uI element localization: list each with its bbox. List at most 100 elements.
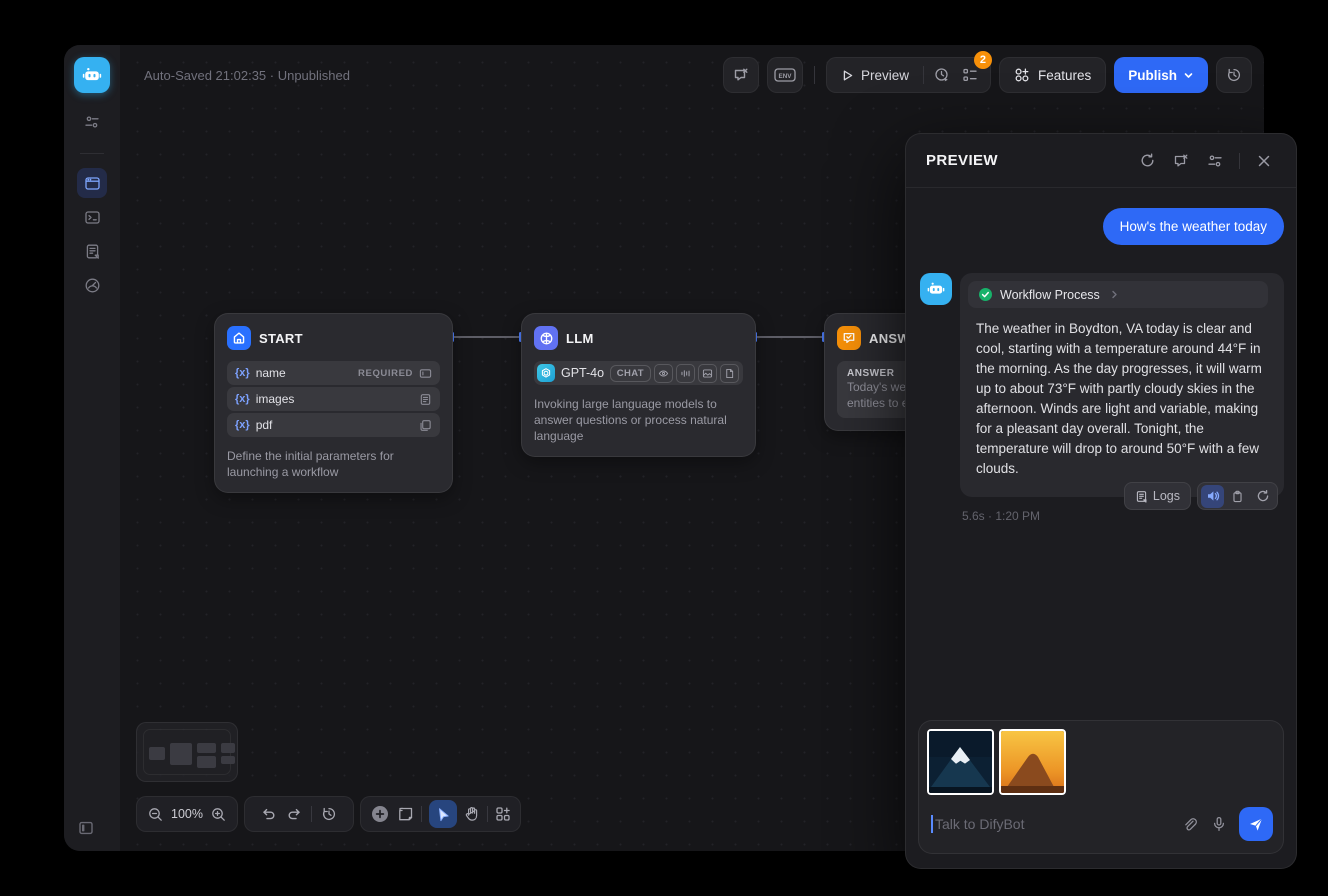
annotation-icon[interactable] bbox=[1167, 147, 1195, 175]
speaker-button[interactable] bbox=[1201, 485, 1224, 508]
home-icon bbox=[227, 326, 251, 350]
chat-area: How's the weather today Workflow Process bbox=[906, 188, 1296, 710]
preview-panel: PREVIEW How's the weather today bbox=[905, 133, 1297, 869]
undo-button[interactable] bbox=[261, 806, 277, 822]
chat-mode-badge: CHAT bbox=[610, 365, 651, 382]
redo-button[interactable] bbox=[286, 806, 302, 822]
app-avatar[interactable] bbox=[74, 57, 110, 93]
send-button[interactable] bbox=[1239, 807, 1273, 841]
paragraph-icon bbox=[419, 393, 432, 406]
message-actions bbox=[1197, 482, 1278, 510]
bot-avatar bbox=[920, 273, 952, 305]
preview-header: PREVIEW bbox=[906, 134, 1296, 188]
top-bar: Auto-Saved 21:02:35 · Unpublished ENV bbox=[120, 45, 1264, 105]
node-description: Define the initial parameters for launch… bbox=[227, 448, 440, 480]
add-node-button[interactable] bbox=[370, 804, 390, 824]
autosave-status: Auto-Saved 21:02:35 · Unpublished bbox=[144, 68, 350, 83]
chat-x-icon bbox=[733, 67, 749, 83]
model-selector[interactable]: GPT-4o CHAT bbox=[534, 361, 743, 385]
chat-input[interactable]: Talk to DifyBot bbox=[927, 801, 1275, 847]
zoom-in-button[interactable] bbox=[211, 807, 226, 822]
sidebar-item-orchestrate[interactable] bbox=[77, 168, 107, 198]
chevron-down-icon bbox=[1183, 70, 1194, 81]
attach-file-button[interactable] bbox=[1181, 816, 1198, 833]
preview-run-button[interactable]: Preview bbox=[833, 68, 919, 83]
chat-input-card: Talk to DifyBot bbox=[918, 720, 1284, 854]
user-message: How's the weather today bbox=[1103, 208, 1284, 245]
workflow-process-toggle[interactable]: Workflow Process bbox=[968, 281, 1268, 308]
success-check-icon bbox=[978, 287, 993, 302]
clock-play-icon bbox=[934, 67, 950, 83]
collapse-sidebar-button[interactable] bbox=[77, 819, 95, 837]
logs-icon bbox=[1135, 490, 1148, 503]
conversation-settings-button[interactable] bbox=[1201, 147, 1229, 175]
run-group: Preview 2 bbox=[826, 57, 991, 93]
sidebar-item-logs[interactable] bbox=[77, 236, 107, 266]
answer-icon bbox=[837, 326, 861, 350]
attachment-mountain-night[interactable] bbox=[927, 729, 994, 795]
zoom-controls: 100% bbox=[136, 796, 238, 832]
preview-title: PREVIEW bbox=[926, 152, 998, 169]
copy-button[interactable] bbox=[1226, 485, 1249, 508]
node-description: Invoking large language models to answer… bbox=[534, 396, 743, 444]
app-settings-button[interactable] bbox=[77, 107, 107, 137]
audio-icon bbox=[676, 364, 695, 383]
canvas-tools bbox=[360, 796, 521, 832]
left-sidebar bbox=[64, 45, 120, 851]
env-variables-button[interactable]: ENV bbox=[767, 57, 803, 93]
input-placeholder: Talk to DifyBot bbox=[935, 816, 1024, 832]
openai-logo-icon bbox=[537, 364, 555, 382]
short-text-icon bbox=[419, 367, 432, 380]
add-note-button[interactable] bbox=[397, 806, 414, 823]
start-var-name: {x} name REQUIRED bbox=[227, 361, 440, 385]
start-var-images: {x} images bbox=[227, 387, 440, 411]
screen: Auto-Saved 21:02:35 · Unpublished ENV bbox=[0, 0, 1328, 896]
sidebar-item-monitoring[interactable] bbox=[77, 270, 107, 300]
close-preview-button[interactable] bbox=[1250, 147, 1278, 175]
regenerate-button[interactable] bbox=[1251, 485, 1274, 508]
image-icon bbox=[698, 364, 717, 383]
llm-icon bbox=[534, 326, 558, 350]
logs-button[interactable]: Logs bbox=[1124, 482, 1191, 510]
sidebar-item-api[interactable] bbox=[77, 202, 107, 232]
node-title: START bbox=[259, 331, 303, 346]
start-var-pdf: {x} pdf bbox=[227, 413, 440, 437]
microphone-button[interactable] bbox=[1211, 816, 1227, 832]
chevron-right-icon bbox=[1109, 289, 1120, 300]
divider bbox=[814, 66, 815, 84]
attachment-mountain-sunset[interactable] bbox=[999, 729, 1066, 795]
checklist-badge: 2 bbox=[974, 51, 992, 69]
features-button[interactable]: Features bbox=[999, 57, 1106, 93]
zoom-out-button[interactable] bbox=[148, 807, 163, 822]
model-name: GPT-4o bbox=[561, 366, 604, 380]
version-history-button[interactable] bbox=[1216, 57, 1252, 93]
checklist-icon bbox=[962, 67, 978, 83]
features-icon bbox=[1014, 67, 1030, 83]
node-title: LLM bbox=[566, 331, 594, 346]
edge-llm-answer bbox=[756, 336, 824, 338]
annotation-button[interactable] bbox=[723, 57, 759, 93]
pointer-tool-button[interactable] bbox=[429, 800, 457, 828]
run-history-button[interactable] bbox=[928, 61, 956, 89]
organize-blocks-button[interactable] bbox=[495, 806, 511, 822]
minimap[interactable] bbox=[136, 722, 238, 782]
bot-message-text: The weather in Boydton, VA today is clea… bbox=[976, 319, 1268, 479]
bot-message-card: Workflow Process The weather in Boydton,… bbox=[960, 273, 1284, 497]
publish-button[interactable]: Publish bbox=[1114, 57, 1208, 93]
vision-icon bbox=[654, 364, 673, 383]
node-start[interactable]: START {x} name REQUIRED {x} images bbox=[214, 313, 453, 493]
document-icon bbox=[720, 364, 739, 383]
divider bbox=[923, 66, 924, 84]
zoom-level[interactable]: 100% bbox=[171, 807, 203, 821]
restart-conversation-button[interactable] bbox=[1133, 147, 1161, 175]
file-icon bbox=[419, 419, 432, 432]
play-icon bbox=[841, 69, 854, 82]
divider bbox=[80, 153, 104, 154]
hand-tool-button[interactable] bbox=[464, 806, 480, 822]
change-history-button[interactable] bbox=[321, 806, 337, 822]
node-llm[interactable]: LLM GPT-4o CHAT bbox=[521, 313, 756, 457]
checklist-button[interactable]: 2 bbox=[956, 61, 984, 89]
edge-start-llm bbox=[453, 336, 521, 338]
env-icon: ENV bbox=[774, 67, 796, 83]
message-meta: 5.6s · 1:20 PM bbox=[962, 509, 1284, 523]
